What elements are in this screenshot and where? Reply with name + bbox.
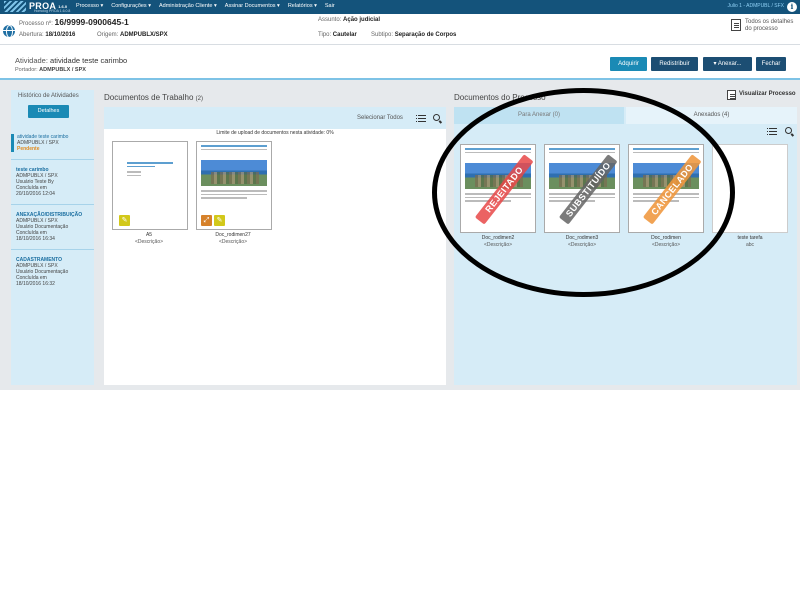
search-icon[interactable]	[433, 114, 440, 121]
divider	[11, 204, 94, 205]
activity-holder: Portador: ADMPUBLX / SPX	[15, 67, 86, 73]
list-view-icon[interactable]	[767, 128, 777, 135]
upload-limit-text: Limite de upload de documentos nesta ati…	[216, 130, 334, 136]
info-icon[interactable]: i	[787, 2, 797, 12]
process-type: Tipo: Cautelar	[318, 32, 357, 38]
history-item[interactable]: CADASTRAMENTO ADMPUBLX / SPX Usuário Doc…	[11, 257, 94, 287]
page: PROA 1.6.0 Homolog PROA 1.6.0.8 Processo…	[0, 0, 800, 595]
expand-icon[interactable]: ⤢	[201, 215, 212, 226]
menu-processo[interactable]: Processo ▾	[76, 3, 103, 9]
redistribuir-button[interactable]: Redistribuir	[651, 57, 698, 71]
details-button[interactable]: Detalhes	[28, 105, 69, 118]
history-title: Histórico de Atividades	[18, 93, 79, 99]
divider	[11, 159, 94, 160]
process-number: Processo nº: 16/9999-0900645-1	[19, 17, 129, 27]
top-nav: PROA 1.6.0 Homolog PROA 1.6.0.8 Processo…	[0, 0, 800, 14]
comment-icon[interactable]: ✎	[119, 215, 130, 226]
fechar-button[interactable]: Fechar	[756, 57, 786, 71]
activity-bar: Atividade: atividade teste carimbo Porta…	[0, 44, 800, 80]
list-view-icon[interactable]	[416, 115, 426, 122]
highlight-ellipse	[432, 88, 735, 297]
document-banner	[201, 160, 267, 186]
history-item[interactable]: ANEXAÇÃO/DISTRIBUIÇÃO ADMPUBLX / SPX Usu…	[11, 212, 94, 242]
document-label: A5 <Descrição>	[134, 232, 164, 245]
process-origin: Origem: ADMPUBLX/SPX	[97, 32, 168, 38]
work-docs-panel: Selecionar Todos Limite de upload de doc…	[104, 107, 446, 385]
logo-mark-icon	[4, 1, 26, 12]
history-list: atividade teste carimbo ADMPUBLX / SPX P…	[11, 134, 94, 287]
document-icon	[727, 90, 736, 100]
app-content: PROA 1.6.0 Homolog PROA 1.6.0.8 Processo…	[0, 0, 800, 390]
process-subject: Assunto: Ação judicial	[318, 17, 381, 23]
comment-icon[interactable]: ✎	[214, 215, 225, 226]
menu-configuracoes[interactable]: Configurações ▾	[111, 3, 151, 9]
menu-administracao-cliente[interactable]: Administração Cliente ▾	[159, 3, 217, 9]
search-icon[interactable]	[785, 127, 792, 134]
adquirir-button[interactable]: Adquirir	[610, 57, 647, 71]
main-menu: Processo ▾ Configurações ▾ Administração…	[76, 3, 335, 9]
menu-assinar-documentos[interactable]: Assinar Documentos ▾	[225, 3, 280, 9]
view-process-link[interactable]: Visualizar Processo	[727, 90, 796, 100]
logo-subtitle: Homolog PROA 1.6.0.8	[34, 9, 71, 13]
activity-history: Histórico de Atividades Detalhes ativida…	[11, 90, 94, 385]
document-icon	[731, 19, 741, 31]
process-details-link[interactable]: Todos os detalhes do processo	[731, 19, 799, 33]
user-menu[interactable]: Julio 1 - ADMPUBL / SFX	[728, 3, 785, 9]
activity-title: Atividade: atividade teste carimbo	[15, 56, 128, 65]
process-header: Processo nº: 16/9999-0900645-1 Abertura:…	[0, 14, 800, 44]
history-item[interactable]: teste carimbo ADMPUBLX / SPX Usuário Tes…	[11, 167, 94, 197]
document-thumbnail[interactable]: ⤢ ✎	[196, 141, 272, 230]
menu-sair[interactable]: Sair	[325, 3, 335, 9]
history-item[interactable]: atividade teste carimbo ADMPUBLX / SPX P…	[11, 134, 94, 152]
status-badge: Pendente	[17, 146, 40, 152]
work-docs-grid: Limite de upload de documentos nesta ati…	[104, 129, 446, 385]
anexar-dropdown-button[interactable]: ▾ Anexar...	[703, 57, 752, 71]
select-all-link[interactable]: Selecionar Todos	[357, 115, 403, 121]
globe-icon	[3, 25, 15, 37]
document-preview	[201, 145, 267, 157]
document-thumbnail[interactable]: ✎	[112, 141, 188, 230]
work-docs-title: Documentos de Trabalho (2)	[104, 93, 203, 102]
divider	[11, 249, 94, 250]
document-label: Doc_rodimen27 <Descrição>	[215, 232, 251, 245]
process-subtype: Subtipo: Separação de Corpos	[371, 32, 457, 38]
document-preview	[127, 162, 173, 176]
process-opening: Abertura: 18/10/2016	[19, 32, 76, 38]
menu-relatorios[interactable]: Relatórios ▾	[288, 3, 317, 9]
